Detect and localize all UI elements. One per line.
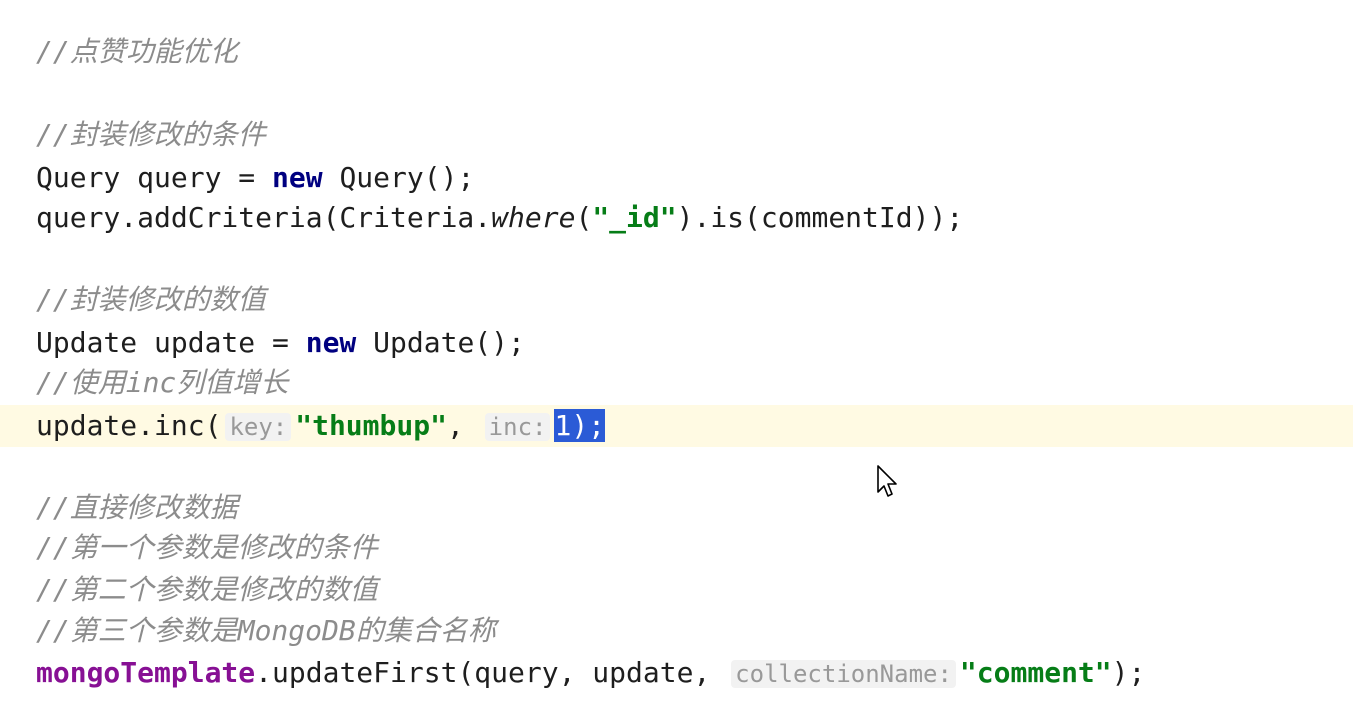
code-comment-line: //第一个参数是修改的条件	[36, 531, 378, 564]
code-comment-line: //使用inc列值增长	[36, 366, 289, 399]
code-token: (	[575, 201, 593, 234]
code-comment-line: //封装修改的条件	[36, 118, 266, 151]
parameter-hint: key:	[225, 413, 292, 441]
code-line[interactable]: query.addCriteria(Criteria.where("_id").…	[36, 198, 963, 238]
code-comment-line: //点赞功能优化	[36, 35, 238, 68]
code-token: update.inc(	[36, 409, 222, 442]
mouse-pointer-icon	[877, 465, 897, 497]
code-comment-line: //第二个参数是修改的数值	[36, 573, 378, 606]
code-token: ,	[446, 409, 464, 442]
code-token: query.addCriteria(Criteria.	[36, 201, 492, 234]
code-comment-line: //第三个参数是MongoDB的集合名称	[36, 614, 496, 647]
code-line[interactable]: Query query = new Query();	[36, 158, 474, 198]
code-token: ).is(commentId));	[676, 201, 964, 234]
code-line[interactable]: Update update = new Update();	[36, 323, 525, 363]
code-token: Update();	[356, 326, 525, 359]
selected-text[interactable]: 1);	[554, 409, 606, 442]
code-token: Update update =	[36, 326, 306, 359]
code-token: );	[1111, 656, 1146, 689]
code-line[interactable]: mongoTemplate.updateFirst(query, update,…	[36, 653, 1145, 693]
code-comment-line: //直接修改数据	[36, 491, 238, 524]
static-method-token: where	[491, 201, 576, 234]
string-token: "_id"	[592, 201, 677, 234]
code-token: Query	[36, 161, 121, 194]
keyword-token: new	[272, 161, 323, 194]
parameter-hint: inc:	[484, 413, 551, 441]
parameter-hint: collectionName:	[731, 660, 956, 688]
field-token: mongoTemplate	[36, 656, 256, 689]
code-token: Query();	[322, 161, 475, 194]
string-token: "comment"	[959, 656, 1112, 689]
code-comment-line: //封装修改的数值	[36, 283, 266, 316]
code-token: .updateFirst(query, update,	[255, 656, 711, 689]
code-token: query =	[120, 161, 273, 194]
code-line-current[interactable]: update.inc(key: "thumbup", inc: 1);	[36, 406, 606, 446]
code-editor[interactable]: //点赞功能优化 //封装修改的条件 Query query = new Que…	[0, 0, 1353, 726]
string-token: "thumbup"	[295, 409, 447, 442]
keyword-token: new	[305, 326, 357, 359]
